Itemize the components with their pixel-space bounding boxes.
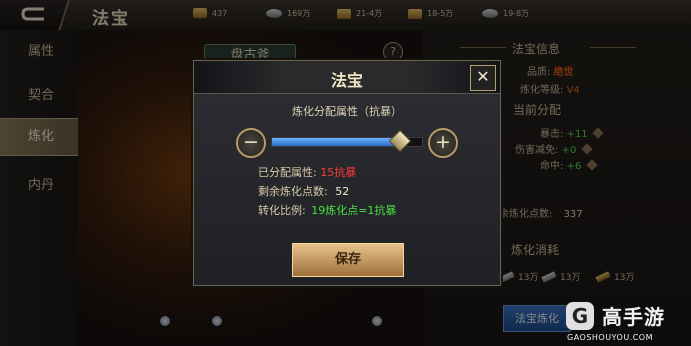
allocated-row: 已分配属性: 15抗暴 [258,164,356,180]
ratio-row: 转化比例: 19炼化点=1抗暴 [258,202,396,218]
slider-fill [272,138,400,146]
watermark-logo: G [566,302,594,330]
dialog-title: 法宝 [330,71,363,90]
allocated-label: 已分配属性: [258,166,317,179]
remaining-label: 剩余炼化点数: [258,185,328,198]
refine-allocate-dialog: 法宝 ✕ 炼化分配属性（抗暴） − + 已分配属性: 15抗暴 剩余炼化点数: … [193,60,501,286]
decrease-button[interactable]: − [236,128,266,158]
allocation-slider[interactable] [271,129,423,153]
slider-handle[interactable] [388,129,411,153]
watermark-text: 高手游 [602,305,665,329]
increase-button[interactable]: + [428,128,458,158]
allocate-attribute-title: 炼化分配属性（抗暴） [292,105,402,118]
remaining-row: 剩余炼化点数: 52 [258,183,349,199]
allocated-value: 15抗暴 [320,166,357,179]
watermark-domain: GAOSHOUYOU.COM [567,333,654,342]
save-button[interactable]: 保存 [292,243,404,277]
remaining-value: 52 [335,185,350,198]
close-icon[interactable]: ✕ [470,65,496,91]
ratio-value: 19炼化点=1抗暴 [311,204,397,217]
ratio-label: 转化比例: [258,204,306,217]
